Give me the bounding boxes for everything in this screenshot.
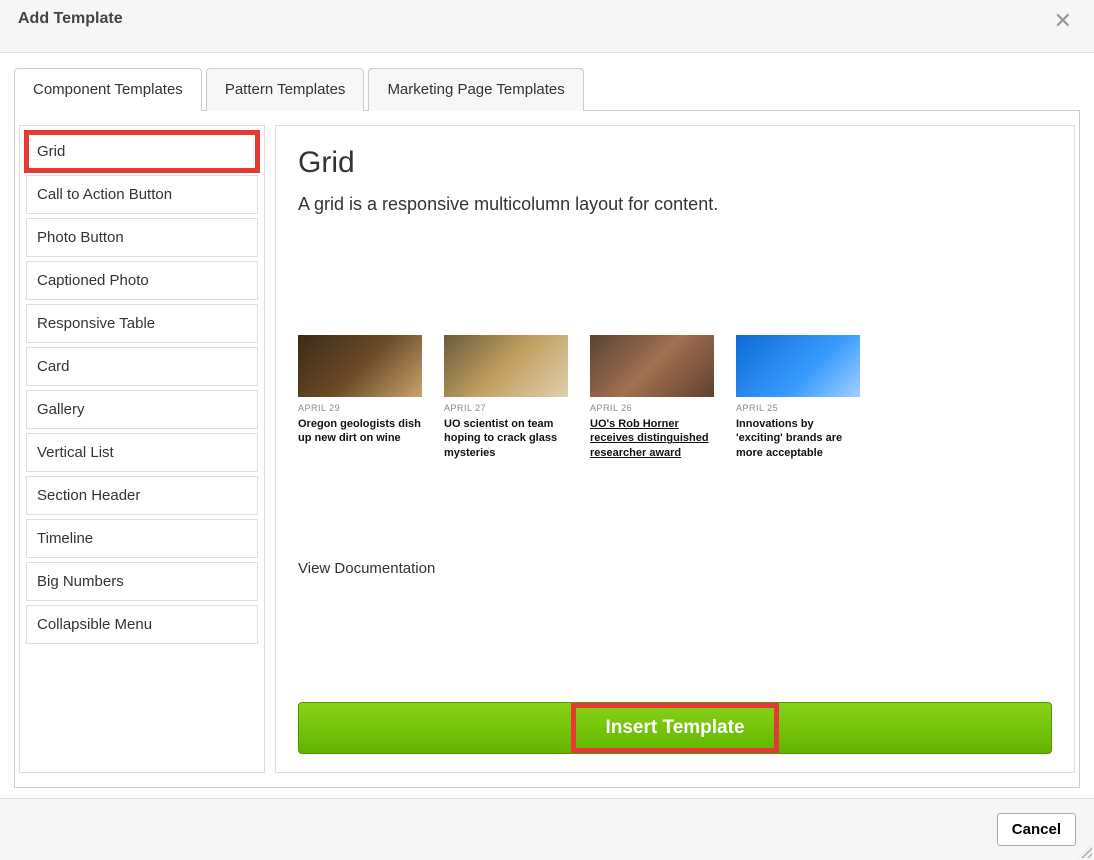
sidebar-item-collapsible-menu[interactable]: Collapsible Menu — [26, 605, 258, 644]
sidebar-item-card[interactable]: Card — [26, 347, 258, 386]
tab-bar: Component Templates Pattern Templates Ma… — [14, 67, 1080, 110]
preview-card-headline: Oregon geologists dish up new dirt on wi… — [298, 417, 422, 446]
preview-card: APRIL 29 Oregon geologists dish up new d… — [298, 335, 422, 460]
preview-card: APRIL 26 UO's Rob Horner receives distin… — [590, 335, 714, 460]
preview-card-headline: UO scientist on team hoping to crack gla… — [444, 417, 568, 460]
preview-card-headline: UO's Rob Horner receives distinguished r… — [590, 417, 714, 460]
add-template-dialog: Add Template ✕ Component Templates Patte… — [0, 0, 1094, 860]
preview-card-image — [590, 335, 714, 397]
sidebar-item-photo-button[interactable]: Photo Button — [26, 218, 258, 257]
dialog-title: Add Template — [18, 10, 123, 28]
close-icon[interactable]: ✕ — [1050, 10, 1076, 32]
preview-card-image — [298, 335, 422, 397]
preview-card-image — [444, 335, 568, 397]
sidebar-item-gallery[interactable]: Gallery — [26, 390, 258, 429]
tab-component-templates[interactable]: Component Templates — [14, 68, 202, 111]
preview-card: APRIL 25 Innovations by 'exciting' brand… — [736, 335, 860, 460]
dialog-body: Component Templates Pattern Templates Ma… — [0, 53, 1094, 798]
preview-cards-row: APRIL 29 Oregon geologists dish up new d… — [298, 335, 1052, 460]
sidebar-item-big-numbers[interactable]: Big Numbers — [26, 562, 258, 601]
sidebar-item-grid[interactable]: Grid — [26, 132, 258, 171]
preview-title: Grid — [298, 146, 1052, 180]
preview-card-date: APRIL 26 — [590, 403, 714, 413]
dialog-header: Add Template ✕ — [0, 0, 1094, 53]
template-sidebar: Grid Call to Action Button Photo Button … — [19, 125, 265, 773]
preview-card-headline: Innovations by 'exciting' brands are mor… — [736, 417, 860, 460]
tab-marketing-page-templates[interactable]: Marketing Page Templates — [368, 68, 583, 111]
sidebar-item-responsive-table[interactable]: Responsive Table — [26, 304, 258, 343]
resize-handle-icon[interactable] — [1078, 844, 1092, 858]
dialog-footer: Cancel — [0, 798, 1094, 860]
preview-card: APRIL 27 UO scientist on team hoping to … — [444, 335, 568, 460]
preview-card-date: APRIL 27 — [444, 403, 568, 413]
sidebar-item-timeline[interactable]: Timeline — [26, 519, 258, 558]
insert-template-button[interactable]: Insert Template — [298, 702, 1052, 754]
preview-card-image — [736, 335, 860, 397]
content-row: Grid Call to Action Button Photo Button … — [14, 110, 1080, 788]
template-preview-panel: Grid A grid is a responsive multicolumn … — [275, 125, 1075, 773]
insert-template-wrapper: Insert Template — [298, 702, 1052, 754]
sidebar-item-section-header[interactable]: Section Header — [26, 476, 258, 515]
tab-pattern-templates[interactable]: Pattern Templates — [206, 68, 365, 111]
cancel-button[interactable]: Cancel — [997, 813, 1076, 846]
sidebar-item-vertical-list[interactable]: Vertical List — [26, 433, 258, 472]
view-documentation-link[interactable]: View Documentation — [298, 560, 1052, 577]
sidebar-item-captioned-photo[interactable]: Captioned Photo — [26, 261, 258, 300]
preview-card-date: APRIL 29 — [298, 403, 422, 413]
preview-card-date: APRIL 25 — [736, 403, 860, 413]
preview-description: A grid is a responsive multicolumn layou… — [298, 194, 1052, 215]
sidebar-item-call-to-action-button[interactable]: Call to Action Button — [26, 175, 258, 214]
